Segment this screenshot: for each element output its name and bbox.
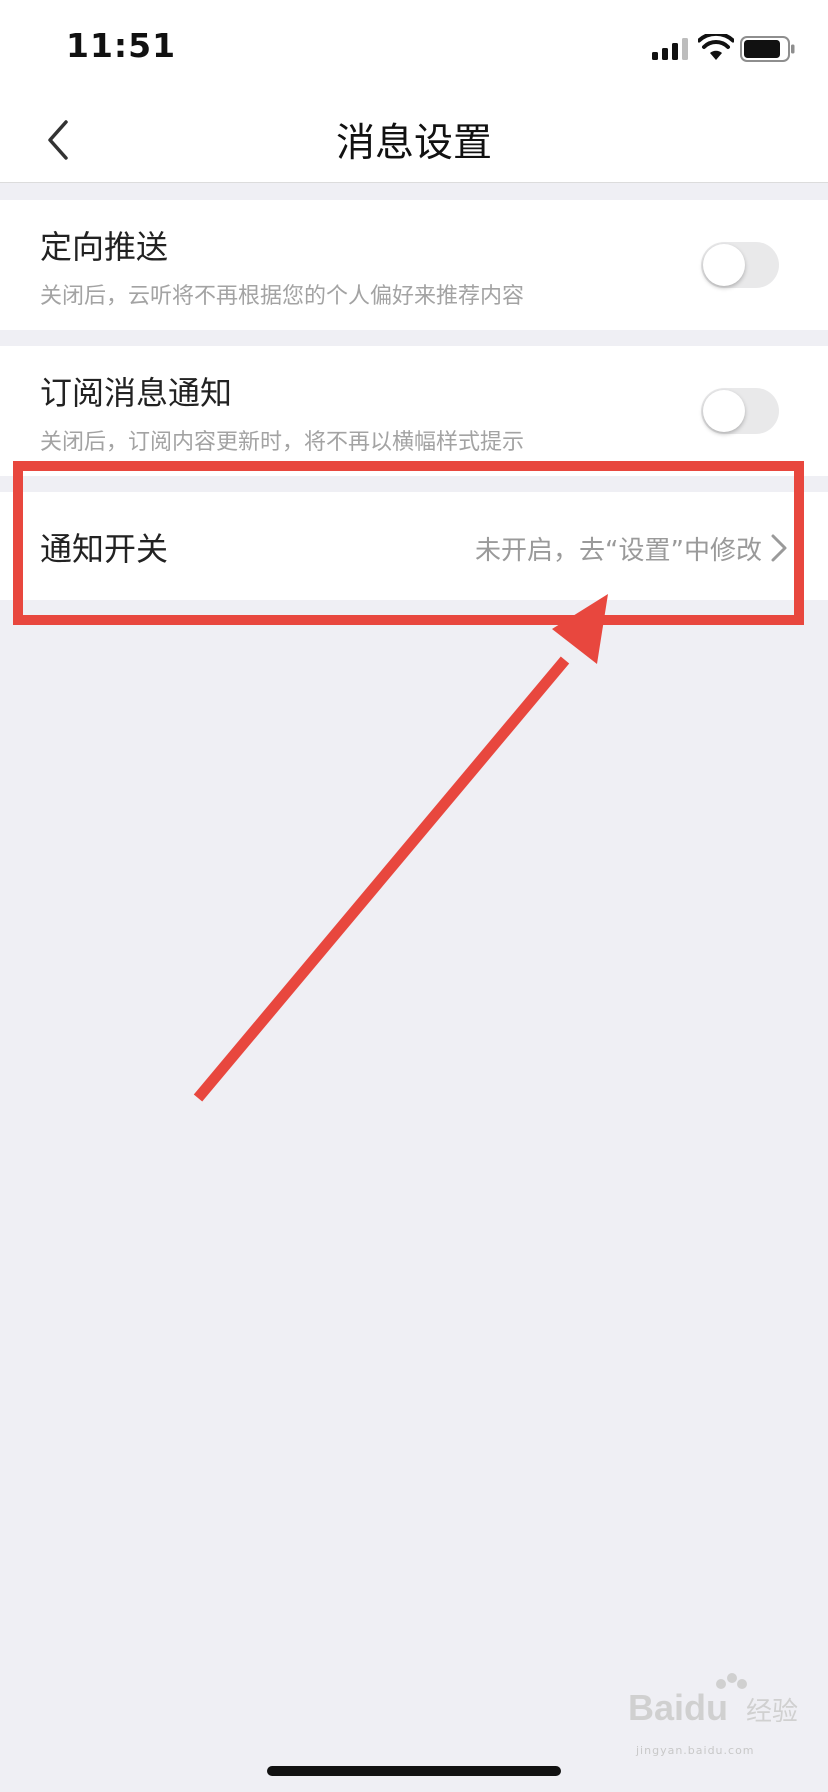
status-time: 11:51 — [66, 26, 177, 65]
toggle-knob — [703, 244, 745, 286]
subscription-notice-title: 订阅消息通知 — [40, 374, 233, 412]
page-title: 消息设置 — [335, 121, 492, 166]
watermark-brand-text: Baidu — [628, 1687, 728, 1728]
cellular-signal-icon — [652, 38, 688, 60]
targeted-push-subtitle: 关闭后，云听将不再根据您的个人偏好来推荐内容 — [40, 284, 525, 309]
watermark-suffix-text: 经验 — [746, 1697, 798, 1727]
targeted-push-toggle[interactable] — [701, 242, 779, 288]
home-indicator[interactable] — [267, 1766, 561, 1776]
subscription-notice-toggle[interactable] — [701, 388, 779, 434]
wifi-icon — [698, 34, 734, 60]
targeted-push-title: 定向推送 — [40, 228, 169, 266]
highlight-box — [13, 461, 804, 625]
baidu-logo-watermark: Baidu 经验 — [628, 1673, 798, 1728]
battery-icon — [740, 36, 795, 62]
toggle-knob — [703, 390, 745, 432]
watermark-url: jingyan.baidu.com — [636, 1744, 755, 1757]
subscription-notice-subtitle: 关闭后，订阅内容更新时，将不再以横幅样式提示 — [40, 430, 525, 455]
